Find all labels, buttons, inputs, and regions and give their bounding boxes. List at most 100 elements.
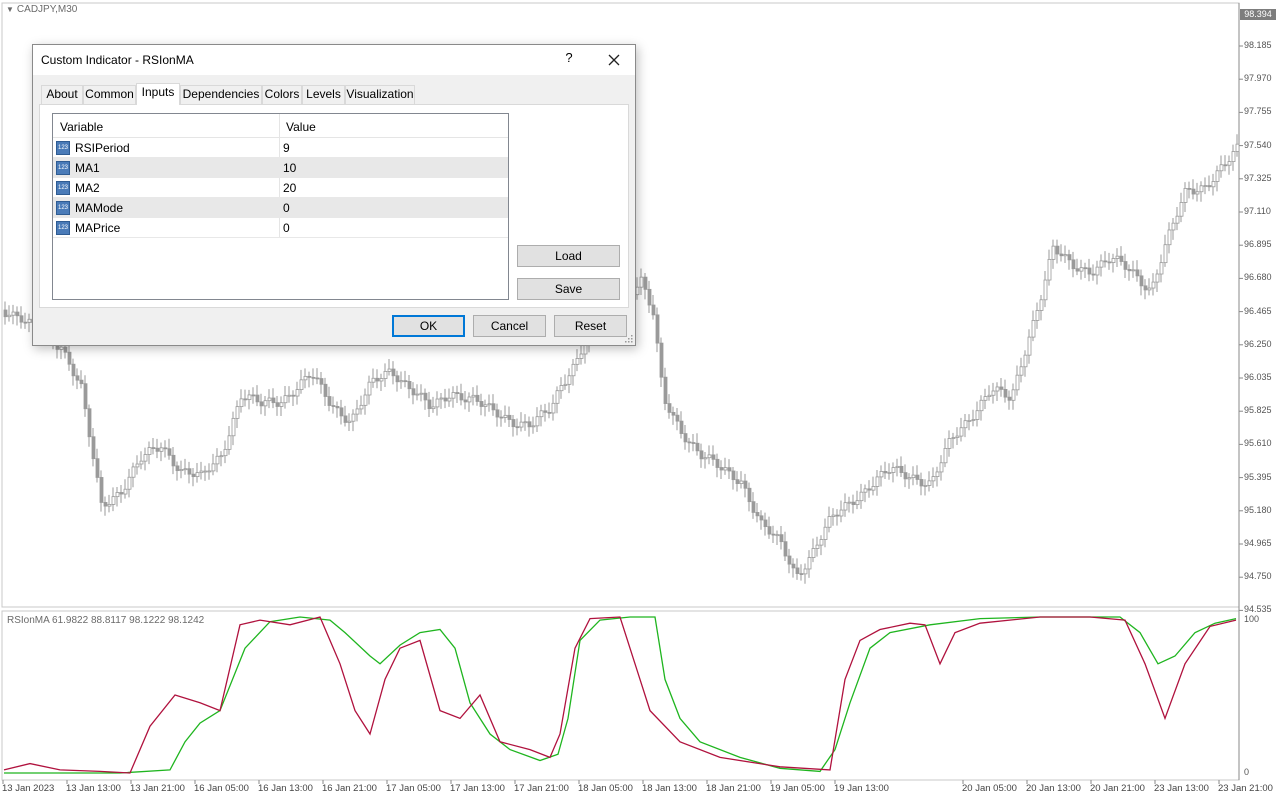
tab-dependencies[interactable]: Dependencies: [180, 85, 262, 104]
candle-body: [899, 465, 904, 473]
time-axis-label: 19 Jan 13:00: [834, 783, 889, 794]
candle-body: [695, 442, 700, 452]
price-axis-label: 95.395: [1244, 471, 1272, 482]
candle-body: [943, 448, 948, 464]
candle-body: [379, 378, 384, 382]
table-row[interactable]: 123 MAPrice 0: [53, 218, 508, 238]
candle-body: [659, 342, 664, 378]
row-value[interactable]: 0: [283, 221, 290, 235]
candle-body: [23, 321, 28, 324]
row-value[interactable]: 10: [283, 161, 296, 175]
candle-body: [7, 314, 12, 318]
table-row[interactable]: 123 RSIPeriod 9: [53, 138, 508, 158]
help-button[interactable]: ?: [561, 50, 577, 68]
candle-body: [143, 454, 148, 462]
candle-body: [1235, 143, 1240, 152]
candle-body: [991, 390, 996, 396]
candle-body: [71, 363, 76, 377]
time-axis-label: 17 Jan 13:00: [450, 783, 505, 794]
candle-body: [719, 467, 724, 471]
tab-levels[interactable]: Levels: [302, 85, 345, 104]
tab-visualization[interactable]: Visualization: [345, 85, 415, 104]
candle-body: [1075, 268, 1080, 272]
candle-body: [131, 466, 136, 478]
candle-body: [315, 377, 320, 380]
time-axis-label: 23 Jan 13:00: [1154, 783, 1209, 794]
collapse-triangle-icon[interactable]: ▼: [6, 5, 14, 14]
reset-button[interactable]: Reset: [554, 315, 627, 337]
cancel-button[interactable]: Cancel: [473, 315, 546, 337]
candle-body: [11, 311, 16, 316]
inputs-grid[interactable]: Variable Value 123 RSIPeriod 9 123 MA1 1…: [52, 113, 509, 300]
candle-body: [1003, 389, 1008, 398]
candle-body: [515, 426, 520, 429]
candle-body: [939, 462, 944, 473]
save-button[interactable]: Save: [517, 278, 620, 300]
candle-body: [967, 420, 972, 422]
candle-body: [571, 363, 576, 377]
candle-body: [391, 368, 396, 377]
resize-grip-icon[interactable]: [625, 335, 633, 343]
candle-body: [743, 480, 748, 489]
load-button[interactable]: Load: [517, 245, 620, 267]
row-value[interactable]: 0: [283, 201, 290, 215]
candle-body: [1027, 336, 1032, 356]
time-axis-label: 18 Jan 13:00: [642, 783, 697, 794]
candle-body: [15, 311, 20, 317]
time-axis-label: 20 Jan 05:00: [962, 783, 1017, 794]
candle-body: [1195, 191, 1200, 195]
tab-about[interactable]: About: [41, 85, 83, 104]
candle-body: [971, 419, 976, 421]
candle-body: [1231, 151, 1236, 162]
candle-body: [811, 548, 816, 558]
row-value[interactable]: 9: [283, 141, 290, 155]
ok-button[interactable]: OK: [392, 315, 465, 337]
candle-body: [1179, 202, 1184, 217]
candle-body: [667, 403, 672, 413]
tab-colors[interactable]: Colors: [262, 85, 302, 104]
candle-body: [995, 386, 1000, 392]
candle-body: [127, 476, 132, 490]
candle-body: [123, 488, 128, 495]
candle-body: [699, 450, 704, 460]
candle-body: [891, 467, 896, 473]
candle-body: [435, 398, 440, 408]
candle-body: [339, 407, 344, 417]
candle-body: [111, 496, 116, 505]
candle-body: [915, 474, 920, 480]
price-axis-label: 94.750: [1244, 571, 1272, 582]
candle-body: [1063, 254, 1068, 257]
column-header-value[interactable]: Value: [286, 120, 316, 134]
symbol-text: CADJPY,M30: [16, 4, 78, 15]
candle-body: [1111, 258, 1116, 263]
row-variable: MA2: [75, 181, 100, 195]
candle-body: [383, 370, 388, 379]
tab-common[interactable]: Common: [83, 85, 136, 104]
tab-inputs[interactable]: Inputs: [136, 83, 180, 105]
candle-body: [3, 309, 8, 318]
custom-indicator-dialog: Custom Indicator - RSIonMA ? About Commo…: [32, 44, 636, 346]
candle-body: [447, 397, 452, 402]
candle-body: [263, 400, 268, 407]
candle-body: [651, 304, 656, 316]
candle-body: [919, 479, 924, 487]
price-axis-label: 95.180: [1244, 504, 1272, 515]
candle-body: [579, 353, 584, 359]
table-row[interactable]: 123 MA2 20: [53, 178, 508, 198]
candle-body: [1159, 262, 1164, 275]
candle-body: [535, 416, 540, 427]
column-header-variable[interactable]: Variable: [60, 120, 103, 134]
table-row[interactable]: 123 MA1 10: [53, 158, 508, 178]
candle-body: [287, 394, 292, 397]
row-variable: MAMode: [75, 201, 124, 215]
close-icon[interactable]: [604, 50, 624, 70]
price-axis-label: 95.825: [1244, 405, 1272, 416]
candle-body: [871, 486, 876, 491]
row-value[interactable]: 20: [283, 181, 296, 195]
candle-body: [247, 394, 252, 400]
table-row[interactable]: 123 MAMode 0: [53, 198, 508, 218]
candle-body: [183, 468, 188, 471]
candle-body: [255, 394, 260, 403]
dialog-titlebar[interactable]: Custom Indicator - RSIonMA ?: [33, 45, 635, 75]
candle-body: [987, 394, 992, 397]
